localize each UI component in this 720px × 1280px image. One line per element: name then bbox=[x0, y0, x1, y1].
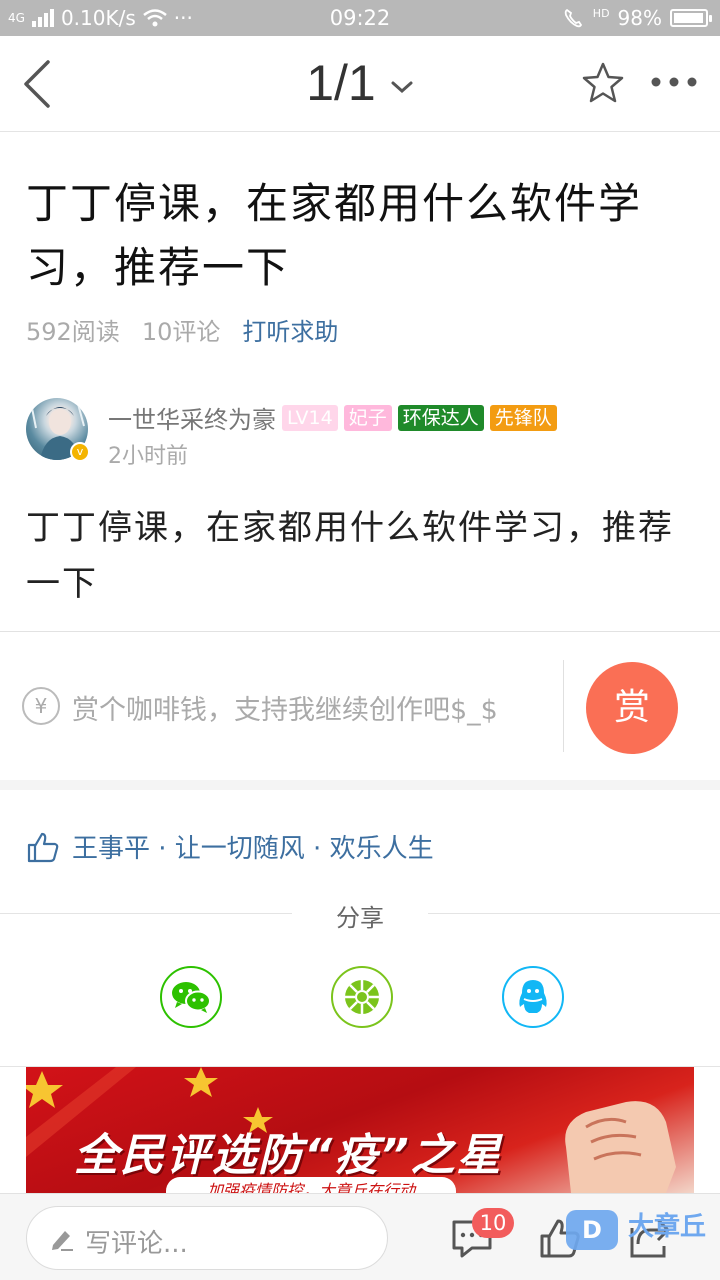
banner-title: 全民评选防“疫”之星 bbox=[74, 1130, 503, 1181]
share-qq[interactable] bbox=[502, 966, 564, 1028]
tip-button[interactable]: 赏 bbox=[586, 662, 678, 754]
share-label: 分享 bbox=[336, 904, 384, 932]
section-gap bbox=[0, 780, 720, 790]
share-line-right bbox=[428, 913, 720, 914]
author-name-row: 一世华采终为豪 LV14 妃子 环保达人 先锋队 bbox=[108, 400, 557, 435]
star-icon[interactable] bbox=[578, 58, 628, 108]
post-time: 2小时前 bbox=[108, 444, 188, 469]
comment-count[interactable]: 10评论 bbox=[142, 312, 221, 347]
thumbs-up-icon bbox=[27, 832, 59, 862]
tip-prompt: 赏个咖啡钱，支持我继续创作吧$_$ bbox=[72, 695, 498, 726]
verified-badge: v bbox=[70, 442, 90, 462]
banner-subtitle: 加强疫情防控，大章丘在行动 bbox=[166, 1177, 456, 1193]
pioneer-badge: 先锋队 bbox=[489, 404, 557, 431]
status-right: HD 98% bbox=[563, 6, 712, 30]
author-name[interactable]: 一世华采终为豪 bbox=[108, 400, 276, 435]
pen-icon bbox=[52, 1231, 73, 1251]
battery-percent: 98% bbox=[617, 6, 662, 30]
promo-banner[interactable]: 全民评选防“疫”之星 加强疫情防控，大章丘在行动 bbox=[26, 1067, 694, 1193]
watermark-logo: D bbox=[566, 1210, 618, 1250]
article-title: 丁丁停课，在家都用什么软件学习，推荐一下 bbox=[26, 179, 643, 292]
hd-label: HD bbox=[592, 6, 610, 20]
nav-bar: 1/1 bbox=[0, 36, 720, 132]
wechat-icon bbox=[172, 982, 211, 1013]
page-indicator: 1/1 bbox=[306, 55, 376, 111]
eco-badge: 环保达人 bbox=[397, 404, 484, 431]
category-link[interactable]: 打听求助 bbox=[242, 312, 338, 347]
qq-icon bbox=[519, 980, 547, 1013]
share-moments[interactable] bbox=[331, 966, 393, 1028]
tip-section: ¥ 赏个咖啡钱，支持我继续创作吧$_$ 赏 bbox=[0, 632, 720, 780]
title-badge: 妃子 bbox=[343, 404, 392, 431]
comment-placeholder: 写评论... bbox=[85, 1229, 188, 1259]
bottom-bar: 写评论... 10 D 大章丘 bbox=[0, 1193, 720, 1280]
comment-count-badge: 10 bbox=[472, 1208, 514, 1238]
more-icon[interactable] bbox=[648, 74, 700, 90]
chevron-down-icon bbox=[391, 81, 413, 93]
moments-icon bbox=[345, 980, 379, 1014]
battery-icon bbox=[670, 9, 712, 27]
article-meta: 592阅读 10评论 打听求助 bbox=[26, 312, 338, 347]
hd-call-icon bbox=[564, 8, 582, 28]
yen-icon: ¥ bbox=[22, 687, 60, 725]
watermark-text: 大章丘 bbox=[628, 1212, 707, 1242]
status-bar: 4G 0.10K/s ··· 09:22 HD 98% bbox=[0, 0, 720, 36]
battery-level bbox=[674, 13, 704, 23]
comment-input[interactable]: 写评论... bbox=[26, 1206, 388, 1270]
tip-separator bbox=[563, 660, 564, 752]
read-count: 592阅读 bbox=[26, 318, 120, 346]
level-badge: LV14 bbox=[282, 404, 338, 431]
article-body: 丁丁停课，在家都用什么软件学习，推荐一下 bbox=[26, 508, 674, 604]
likes-row: 王事平 · 让一切随风 · 欢乐人生 bbox=[26, 828, 434, 865]
likers[interactable]: 王事平 · 让一切随风 · 欢乐人生 bbox=[72, 828, 434, 865]
author-row[interactable]: v 一世华采终为豪 LV14 妃子 环保达人 先锋队 2小时前 bbox=[26, 398, 696, 469]
share-wechat[interactable] bbox=[160, 966, 222, 1028]
